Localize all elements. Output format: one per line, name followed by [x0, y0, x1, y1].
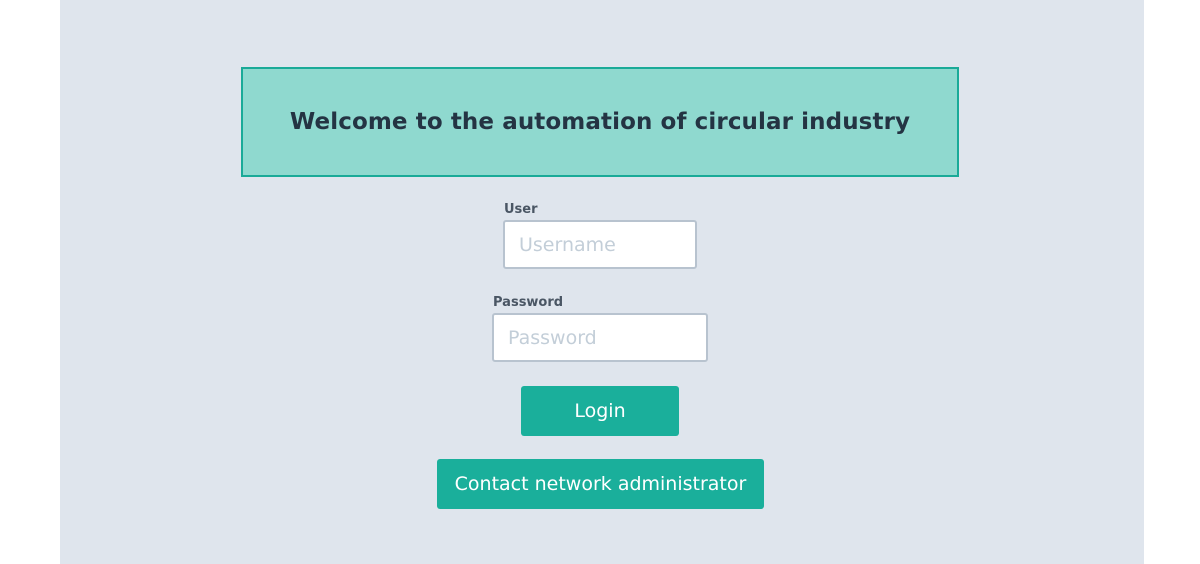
password-input[interactable] [492, 313, 708, 362]
password-label: Password [493, 295, 564, 310]
username-input[interactable] [503, 220, 697, 269]
user-label: User [504, 202, 538, 217]
welcome-banner: Welcome to the automation of circular in… [241, 67, 959, 177]
welcome-title: Welcome to the automation of circular in… [289, 109, 911, 135]
contact-admin-button[interactable]: Contact network administrator [437, 459, 764, 509]
login-button[interactable]: Login [521, 386, 679, 436]
